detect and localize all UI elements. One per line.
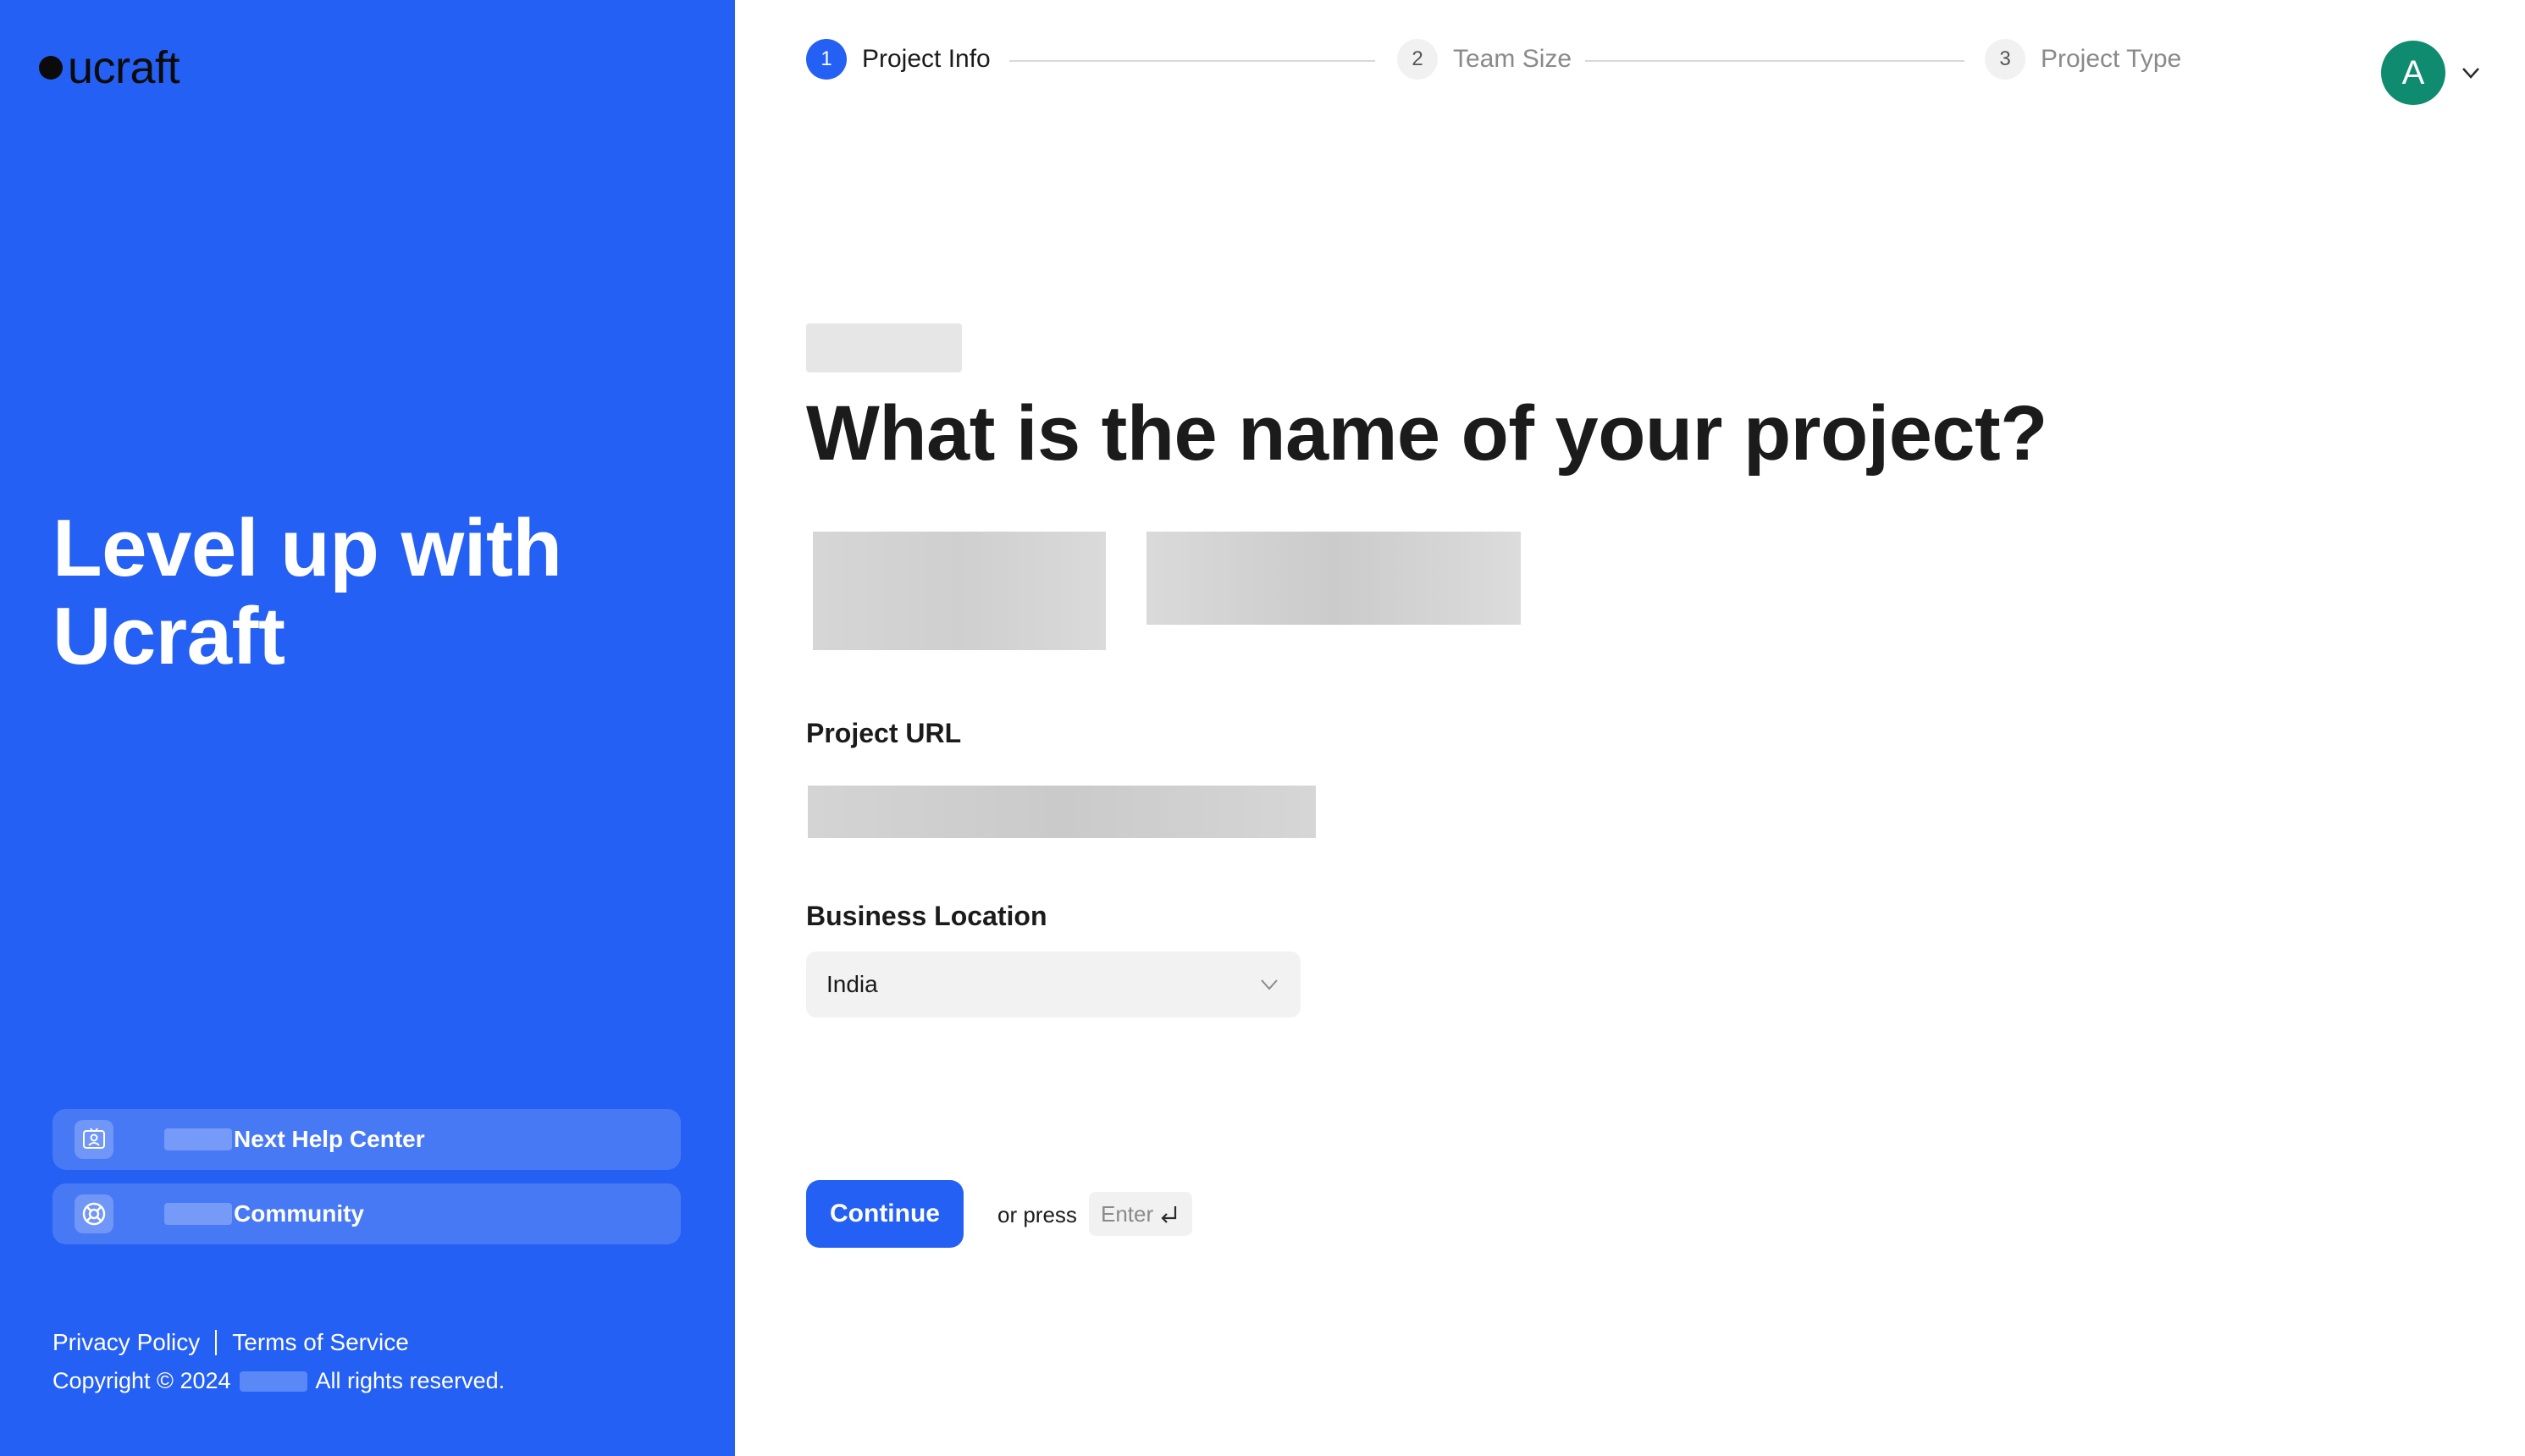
copyright-prefix: Copyright © 2024 bbox=[52, 1368, 231, 1393]
or-press-hint: or press bbox=[997, 1202, 1077, 1227]
step-project-type[interactable]: 3 Project Type bbox=[1985, 39, 2181, 80]
enter-key-label: Enter bbox=[1101, 1200, 1154, 1227]
redacted-brand bbox=[164, 1128, 232, 1150]
logo-text: ucraft bbox=[68, 42, 180, 93]
hero-title: Level up with Ucraft bbox=[52, 503, 562, 681]
community-link[interactable]: Community bbox=[52, 1183, 681, 1244]
step-number: 1 bbox=[806, 39, 847, 80]
terms-of-service-link[interactable]: Terms of Service bbox=[232, 1329, 409, 1356]
step-team-size[interactable]: 2 Team Size bbox=[1397, 39, 1572, 80]
copyright: Copyright © 2024 All rights reserved. bbox=[52, 1368, 505, 1394]
project-url-field[interactable] bbox=[808, 786, 1316, 838]
enter-return-icon bbox=[1161, 1206, 1177, 1223]
continue-button[interactable]: Continue bbox=[806, 1180, 964, 1248]
enter-key-hint: Enter bbox=[1089, 1192, 1193, 1236]
community-label: Community bbox=[234, 1200, 364, 1227]
progress-stepper: 1 Project Info 2 Team Size 3 Project Typ… bbox=[806, 39, 2195, 83]
business-location-label: Business Location bbox=[806, 901, 1047, 931]
step-connector bbox=[1585, 60, 1964, 62]
page-title: What is the name of your project? bbox=[806, 390, 2047, 477]
redacted-content-block bbox=[813, 532, 1106, 650]
left-panel: ucraft Level up with Ucraft Next Help Ce… bbox=[0, 0, 735, 1456]
user-avatar[interactable]: A bbox=[2381, 41, 2445, 105]
footer-links: Privacy Policy Terms of Service bbox=[52, 1329, 409, 1356]
selected-location: India bbox=[826, 971, 878, 997]
lifebuoy-icon bbox=[75, 1194, 113, 1233]
redacted-brand bbox=[164, 1203, 232, 1225]
step-number: 3 bbox=[1985, 39, 2025, 80]
business-location-select[interactable]: India bbox=[806, 951, 1301, 1018]
redacted-company bbox=[239, 1371, 307, 1392]
project-url-label: Project URL bbox=[806, 718, 962, 748]
step-project-info[interactable]: 1 Project Info bbox=[806, 39, 991, 80]
ucraft-logo[interactable]: ucraft bbox=[39, 44, 180, 91]
help-center-label: Next Help Center bbox=[234, 1126, 425, 1152]
redacted-content-block bbox=[1146, 532, 1521, 625]
redacted-step-caption bbox=[806, 323, 962, 372]
help-center-icon bbox=[75, 1120, 113, 1159]
step-label: Project Type bbox=[2041, 45, 2182, 73]
logo-dot bbox=[39, 56, 63, 80]
step-label: Project Info bbox=[862, 45, 991, 73]
step-connector bbox=[1009, 60, 1375, 62]
help-center-link[interactable]: Next Help Center bbox=[52, 1109, 681, 1170]
step-number: 2 bbox=[1397, 39, 1438, 80]
footer-divider bbox=[215, 1330, 218, 1355]
copyright-suffix: All rights reserved. bbox=[315, 1368, 506, 1393]
chevron-down-icon bbox=[1261, 979, 1278, 990]
chevron-down-icon[interactable] bbox=[2459, 61, 2483, 85]
step-label: Team Size bbox=[1453, 45, 1572, 73]
privacy-policy-link[interactable]: Privacy Policy bbox=[52, 1329, 200, 1356]
